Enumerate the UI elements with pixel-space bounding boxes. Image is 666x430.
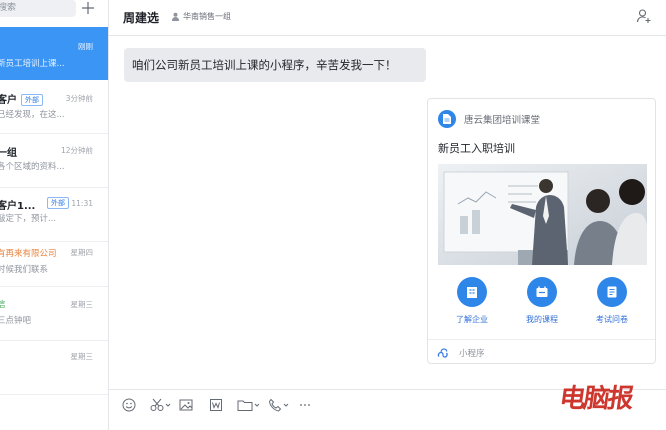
card-actions: 了解企业 我的课程 考试问卷: [428, 277, 655, 331]
conversation-time: 星期三: [70, 300, 94, 309]
mini-program-icon: [437, 348, 448, 358]
call-button[interactable]: [268, 398, 290, 414]
screenshot-button[interactable]: [150, 398, 172, 414]
add-chat-button[interactable]: [80, 0, 96, 17]
conversation-snippet: 三点钟吧: [0, 316, 32, 326]
conversation-time: 3分钟前: [65, 94, 93, 103]
exam-survey-button[interactable]: 考试问卷: [577, 277, 647, 325]
conversation-name: 客户1...: [0, 201, 36, 212]
watermark-logo: 电脑报: [557, 384, 634, 414]
about-company-button[interactable]: 了解企业: [437, 277, 507, 325]
phone-icon: [268, 398, 289, 412]
conversation-name: 一组: [0, 148, 17, 159]
conversation-snippet: 各个区域的资料...: [0, 162, 65, 172]
add-person-icon: [636, 9, 651, 23]
image-icon: [179, 399, 193, 411]
conversation-item[interactable]: 一组 12分钟前 各个区域的资料...: [0, 135, 108, 188]
card-title: 新员工入职培训: [438, 142, 515, 155]
conversation-time: 刚刚: [78, 42, 93, 51]
card-footer: 小程序: [428, 339, 655, 363]
training-photo: [438, 164, 647, 265]
person-icon: [171, 12, 180, 21]
exam-icon: [607, 286, 617, 298]
wecom-window: 搜索 刚刚 新员工培训上课... 客户外部 3分钟前 已经发现，在这... 一组…: [0, 0, 666, 430]
scissors-icon: [150, 398, 171, 411]
word-file-icon: [210, 399, 222, 411]
image-button[interactable]: [179, 398, 193, 414]
emoji-button[interactable]: [122, 398, 136, 414]
chat-title: 周建选: [123, 11, 160, 25]
conversation-snippet: 已经发现，在这...: [0, 110, 65, 120]
incoming-message[interactable]: 咱们公司新员工培训上课的小程序，辛苦发我一下！: [124, 48, 426, 82]
emoji-icon: [122, 398, 136, 412]
conversation-sidebar: 搜索 刚刚 新员工培训上课... 客户外部 3分钟前 已经发现，在这... 一组…: [0, 0, 109, 430]
conversation-item[interactable]: 刚刚 新员工培训上课...: [0, 27, 108, 80]
conversation-time: 12分钟前: [60, 146, 93, 155]
conversation-snippet: 新员工培训上课...: [0, 59, 65, 69]
file-button[interactable]: [237, 398, 261, 414]
conversation-name: 客户外部: [0, 91, 43, 106]
document-icon: [438, 110, 456, 128]
conversation-snippet: 时候我们联系: [0, 265, 49, 275]
course-icon: [536, 286, 548, 297]
external-tag: 外部: [46, 197, 69, 209]
conversation-time: 星期三: [70, 352, 94, 361]
plus-icon: [82, 2, 94, 14]
my-courses-button[interactable]: 我的课程: [507, 277, 577, 325]
conversation-name: 有再来有限公司: [0, 249, 57, 259]
external-tag: 外部: [21, 94, 43, 106]
conversation-time: 外部 11:31: [43, 197, 93, 209]
department-label: 华南销售一组: [171, 11, 231, 22]
mini-program-card[interactable]: 唐云集团培训课堂 新员工入职培训 了解企业 我的课程 考试问卷 小程序: [427, 98, 656, 364]
more-button[interactable]: [298, 398, 312, 414]
document-button[interactable]: [209, 398, 223, 414]
conversation-item[interactable]: 有再来有限公司 星期四 时候我们联系: [0, 234, 108, 287]
search-input[interactable]: 搜索: [0, 0, 76, 17]
brand-name: 唐云集团培训课堂: [464, 115, 541, 126]
folder-icon: [237, 400, 260, 411]
conversation-item[interactable]: 星期三: [0, 342, 108, 395]
mini-program-label: 小程序: [459, 349, 485, 359]
conversation-time: 星期四: [70, 248, 94, 257]
conversation-name: 信: [0, 298, 6, 310]
conversation-snippet: 敲定下，预计...: [0, 214, 57, 224]
conversation-item[interactable]: 客户外部 3分钟前 已经发现，在这...: [0, 81, 108, 134]
building-icon: [467, 287, 477, 298]
chat-header: 周建选 华南销售一组: [109, 0, 666, 36]
search-row: 搜索: [0, 0, 108, 22]
more-icon: [300, 404, 310, 406]
conversation-item[interactable]: 信 星期三 三点钟吧: [0, 288, 108, 341]
add-member-button[interactable]: [636, 8, 652, 28]
